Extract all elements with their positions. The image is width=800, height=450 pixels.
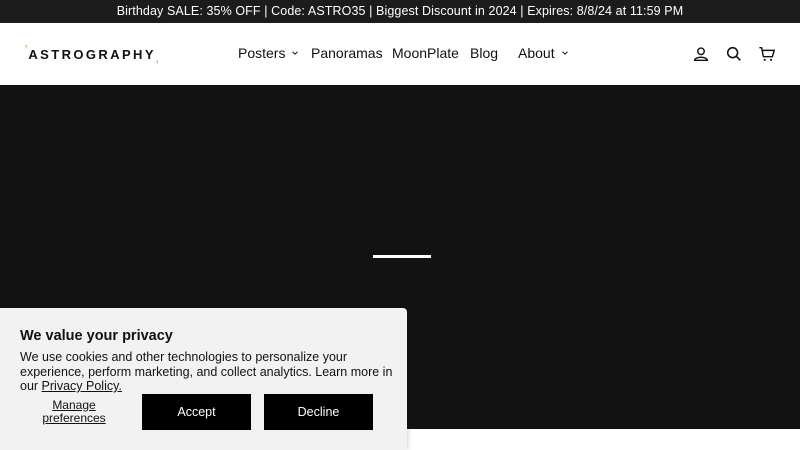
account-icon[interactable] — [692, 45, 710, 63]
site-header: ' ASTROGRAPHY , Posters Panoramas MoonPl… — [0, 23, 800, 85]
accept-button[interactable]: Accept — [142, 394, 251, 430]
cookie-title: We value your privacy — [20, 328, 173, 344]
nav-item-label: Posters — [238, 45, 286, 61]
search-icon[interactable] — [725, 45, 743, 63]
nav-item-about[interactable]: About — [518, 45, 569, 61]
privacy-policy-link[interactable]: Privacy Policy. — [42, 379, 122, 393]
nav-item-moonplate[interactable]: MoonPlate — [392, 45, 459, 61]
nav-item-label: About — [518, 45, 555, 61]
nav-item-posters[interactable]: Posters — [238, 45, 299, 61]
cookie-description: We use cookies and other technologies to… — [20, 350, 395, 394]
nav-item-panoramas[interactable]: Panoramas — [311, 45, 383, 61]
nav-item-label: Panoramas — [311, 45, 383, 61]
main-nav: Posters Panoramas MoonPlate Blog About — [0, 23, 800, 85]
loading-indicator — [373, 255, 431, 258]
nav-item-label: MoonPlate — [392, 45, 459, 61]
cookie-consent-banner: We value your privacy We use cookies and… — [0, 308, 407, 450]
announcement-bar: Birthday SALE: 35% OFF | Code: ASTRO35 |… — [0, 0, 800, 23]
chevron-down-icon — [561, 51, 568, 55]
cart-icon[interactable] — [758, 45, 776, 63]
chevron-down-icon — [292, 51, 299, 55]
manage-preferences-button[interactable]: Manage preferences — [30, 399, 118, 424]
nav-item-blog[interactable]: Blog — [470, 45, 498, 61]
nav-item-label: Blog — [470, 45, 499, 61]
announcement-text: Birthday SALE: 35% OFF | Code: ASTRO35 |… — [116, 4, 684, 18]
decline-button[interactable]: Decline — [264, 394, 373, 430]
